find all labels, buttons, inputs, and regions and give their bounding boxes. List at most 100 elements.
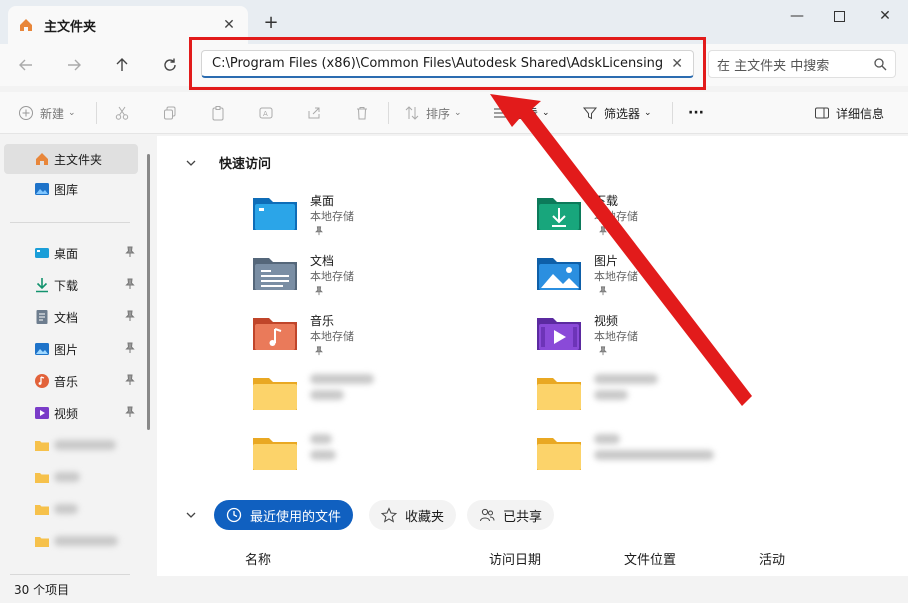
view-icon <box>494 108 506 118</box>
close-tab-icon[interactable]: ✕ <box>220 17 238 33</box>
sort-button[interactable]: 排序 ⌄ <box>404 92 462 134</box>
sidebar-item-folder[interactable] <box>4 462 138 492</box>
sidebar-item-label: 桌面 <box>54 246 79 261</box>
share-button[interactable] <box>306 92 328 134</box>
scissors-icon <box>115 106 129 120</box>
qa-item-documents[interactable]: 文档 本地存储 <box>253 248 513 304</box>
new-button[interactable]: 新建 ⌄ <box>18 92 76 134</box>
address-highlight-box <box>189 37 706 90</box>
pin-icon <box>125 406 135 417</box>
filter-icon <box>582 107 598 120</box>
quick-access-header[interactable]: 快速访问 <box>185 153 271 172</box>
qa-item-downloads[interactable]: 下载 本地存储 <box>537 188 797 244</box>
column-header-activity[interactable]: 活动 <box>759 549 785 568</box>
pin-icon <box>315 286 323 296</box>
pictures-folder-icon <box>537 258 581 290</box>
folder-icon <box>253 438 297 470</box>
up-button[interactable] <box>108 52 136 78</box>
view-button[interactable]: 查看 ⌄ <box>492 92 550 134</box>
blurred-sub <box>594 390 628 400</box>
sidebar-item-label: 视频 <box>54 406 79 421</box>
search-box[interactable]: 在 主文件夹 中搜索 <box>708 50 896 78</box>
sidebar-item-label: 主文件夹 <box>54 152 103 167</box>
tab-label: 收藏夹 <box>405 509 445 525</box>
column-header-name[interactable]: 名称 <box>245 549 271 568</box>
qa-item-folder[interactable] <box>537 428 797 484</box>
maximize-button[interactable] <box>816 4 862 28</box>
sidebar-item-folder[interactable] <box>4 526 138 556</box>
pin-icon <box>125 246 135 257</box>
chevron-down-icon <box>186 512 196 518</box>
blurred-name <box>594 374 658 384</box>
sort-icon <box>405 106 419 120</box>
copy-button[interactable] <box>162 92 184 134</box>
minimize-button[interactable]: — <box>774 4 820 28</box>
filter-button[interactable]: 筛选器 ⌄ <box>582 92 652 134</box>
delete-button[interactable] <box>354 92 376 134</box>
column-header-location[interactable]: 文件位置 <box>624 549 676 568</box>
arrow-left-icon <box>19 59 32 71</box>
folder-icon <box>35 441 49 451</box>
qa-item-folder[interactable] <box>253 428 513 484</box>
tab-label: 主文件夹 <box>44 19 97 35</box>
sidebar-item-gallery[interactable]: 图库 <box>4 174 138 204</box>
home-icon <box>36 153 48 165</box>
view-label: 查看 <box>514 106 539 121</box>
people-icon <box>480 508 495 522</box>
more-button[interactable]: ··· <box>688 92 704 134</box>
qa-item-pictures[interactable]: 图片 本地存储 <box>537 248 797 304</box>
pin-icon <box>125 342 135 353</box>
tab-recent-files[interactable]: 最近使用的文件 <box>214 500 354 530</box>
cut-button[interactable] <box>114 92 136 134</box>
details-button[interactable]: 详细信息 <box>814 92 884 134</box>
arrow-right-icon <box>68 59 81 71</box>
chevron-down-icon <box>186 160 196 166</box>
item-name: 图片 <box>594 254 619 268</box>
sidebar-item-music[interactable]: 音乐 <box>4 366 138 396</box>
sidebar-item-home[interactable]: 主文件夹 <box>4 144 138 174</box>
desktop-folder-icon <box>253 198 297 230</box>
qa-item-folder[interactable] <box>253 368 513 424</box>
rename-button[interactable]: A <box>258 92 280 134</box>
tab-favorites[interactable]: 收藏夹 <box>369 500 457 530</box>
item-sub: 本地存储 <box>310 270 354 283</box>
sidebar-scrollbar[interactable] <box>147 154 150 430</box>
back-button[interactable] <box>12 52 40 78</box>
status-bar: 30 个项目 <box>0 576 908 603</box>
paste-button[interactable] <box>210 92 232 134</box>
sidebar-item-documents[interactable]: 文档 <box>4 302 138 332</box>
refresh-button[interactable] <box>156 52 184 78</box>
music-folder-icon <box>253 318 297 350</box>
qa-item-videos[interactable]: 视频 本地存储 <box>537 308 797 364</box>
search-placeholder: 在 主文件夹 中搜索 <box>717 58 830 74</box>
sidebar-item-desktop[interactable]: 桌面 <box>4 238 138 268</box>
chevron-down-icon: ⌄ <box>454 108 462 118</box>
qa-item-folder[interactable] <box>537 368 797 424</box>
sort-label: 排序 <box>426 106 451 121</box>
video-icon <box>35 407 49 419</box>
sidebar-item-downloads[interactable]: 下载 <box>4 270 138 300</box>
clock-icon <box>226 507 242 523</box>
qa-item-music[interactable]: 音乐 本地存储 <box>253 308 513 364</box>
search-icon[interactable] <box>873 57 887 71</box>
close-window-button[interactable]: ✕ <box>862 4 908 28</box>
downloads-folder-icon <box>537 198 581 230</box>
chevron-down-icon: ⌄ <box>644 108 652 118</box>
pin-icon <box>315 226 323 236</box>
sidebar-item-folder[interactable] <box>4 494 138 524</box>
sidebar-item-videos[interactable]: 视频 <box>4 398 138 428</box>
divider <box>388 102 389 124</box>
sidebar-item-folder[interactable] <box>4 430 138 460</box>
item-name: 音乐 <box>310 314 335 328</box>
star-icon <box>381 507 397 523</box>
sidebar-item-label: 图库 <box>54 182 79 197</box>
column-header-date[interactable]: 访问日期 <box>489 549 541 568</box>
paste-icon <box>212 106 224 121</box>
command-bar: 新建 ⌄ A 排序 ⌄ 查看 ⌄ 筛选器 ⌄ ··· 详细信息 <box>0 92 908 134</box>
tab-shared[interactable]: 已共享 <box>467 500 555 530</box>
item-name: 视频 <box>594 314 619 328</box>
forward-button[interactable] <box>60 52 88 78</box>
new-tab-button[interactable]: + <box>262 12 280 33</box>
qa-item-desktop[interactable]: 桌面 本地存储 <box>253 188 513 244</box>
sidebar-item-pictures[interactable]: 图片 <box>4 334 138 364</box>
